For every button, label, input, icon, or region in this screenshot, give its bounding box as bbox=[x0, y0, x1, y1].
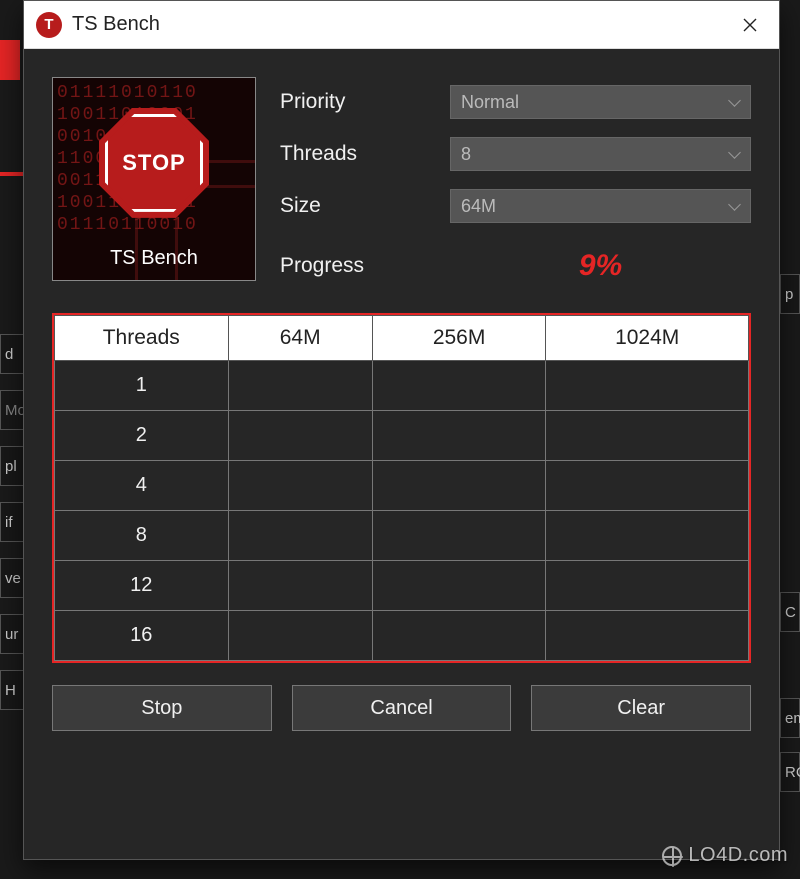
results-table: Threads 64M 256M 1024M 1 2 bbox=[54, 315, 749, 661]
cell-threads: 1 bbox=[55, 361, 229, 411]
bg-label: ve bbox=[0, 558, 24, 598]
cell-256m bbox=[372, 411, 545, 461]
close-icon bbox=[743, 18, 757, 32]
cell-1024m bbox=[546, 411, 749, 461]
cell-64m bbox=[228, 611, 372, 661]
size-label: Size bbox=[280, 194, 450, 218]
cell-threads: 16 bbox=[55, 611, 229, 661]
cell-64m bbox=[228, 411, 372, 461]
col-1024m: 1024M bbox=[546, 316, 749, 361]
bg-label: if bbox=[0, 502, 24, 542]
cell-threads: 4 bbox=[55, 461, 229, 511]
col-256m: 256M bbox=[372, 316, 545, 361]
cell-256m bbox=[372, 361, 545, 411]
cell-256m bbox=[372, 611, 545, 661]
stop-icon: STOP bbox=[99, 108, 209, 218]
bg-label: pl bbox=[0, 446, 24, 486]
table-row: 1 bbox=[55, 361, 749, 411]
size-value: 64M bbox=[461, 196, 496, 217]
cell-64m bbox=[228, 511, 372, 561]
table-row: 16 bbox=[55, 611, 749, 661]
table-row: 8 bbox=[55, 511, 749, 561]
cell-threads: 12 bbox=[55, 561, 229, 611]
results-table-wrap: Threads 64M 256M 1024M 1 2 bbox=[52, 313, 751, 663]
titlebar: T TS Bench bbox=[24, 1, 779, 49]
threads-label: Threads bbox=[280, 142, 450, 166]
cell-1024m bbox=[546, 461, 749, 511]
progress-label: Progress bbox=[280, 254, 450, 278]
bg-label: em bbox=[780, 698, 800, 738]
bg-label: Mo bbox=[0, 390, 24, 430]
chevron-down-icon bbox=[728, 200, 740, 212]
cell-threads: 8 bbox=[55, 511, 229, 561]
bg-label: d bbox=[0, 334, 24, 374]
cell-256m bbox=[372, 461, 545, 511]
cell-64m bbox=[228, 561, 372, 611]
cell-1024m bbox=[546, 611, 749, 661]
threads-value: 8 bbox=[461, 144, 471, 165]
cell-1024m bbox=[546, 511, 749, 561]
app-logo: 01111010110 10011010001 00101101011 1100… bbox=[52, 77, 256, 281]
bg-label: RC bbox=[780, 752, 800, 792]
priority-value: Normal bbox=[461, 92, 519, 113]
cell-1024m bbox=[546, 561, 749, 611]
window-title: TS Bench bbox=[72, 13, 721, 36]
stop-button[interactable]: Stop bbox=[52, 685, 272, 731]
clear-button[interactable]: Clear bbox=[531, 685, 751, 731]
logo-caption: TS Bench bbox=[53, 247, 255, 270]
cell-256m bbox=[372, 561, 545, 611]
cell-64m bbox=[228, 461, 372, 511]
chevron-down-icon bbox=[728, 96, 740, 108]
globe-icon bbox=[662, 846, 682, 866]
priority-label: Priority bbox=[280, 90, 450, 114]
bg-label: H bbox=[0, 670, 24, 710]
table-row: 4 bbox=[55, 461, 749, 511]
cell-threads: 2 bbox=[55, 411, 229, 461]
threads-select[interactable]: 8 bbox=[450, 137, 751, 171]
size-select[interactable]: 64M bbox=[450, 189, 751, 223]
cancel-button[interactable]: Cancel bbox=[292, 685, 512, 731]
progress-value: 9% bbox=[450, 249, 751, 283]
watermark: LO4D.com bbox=[662, 844, 788, 867]
col-64m: 64M bbox=[228, 316, 372, 361]
bg-label: ur bbox=[0, 614, 24, 654]
table-row: 12 bbox=[55, 561, 749, 611]
bg-label: p bbox=[780, 274, 800, 314]
app-icon: T bbox=[36, 12, 62, 38]
cell-64m bbox=[228, 361, 372, 411]
chevron-down-icon bbox=[728, 148, 740, 160]
ts-bench-dialog: T TS Bench 01111010110 10011010001 00101… bbox=[23, 0, 780, 860]
col-threads: Threads bbox=[55, 316, 229, 361]
cell-1024m bbox=[546, 361, 749, 411]
cell-256m bbox=[372, 511, 545, 561]
close-button[interactable] bbox=[721, 1, 779, 49]
table-row: 2 bbox=[55, 411, 749, 461]
bg-label: C bbox=[780, 592, 800, 632]
priority-select[interactable]: Normal bbox=[450, 85, 751, 119]
